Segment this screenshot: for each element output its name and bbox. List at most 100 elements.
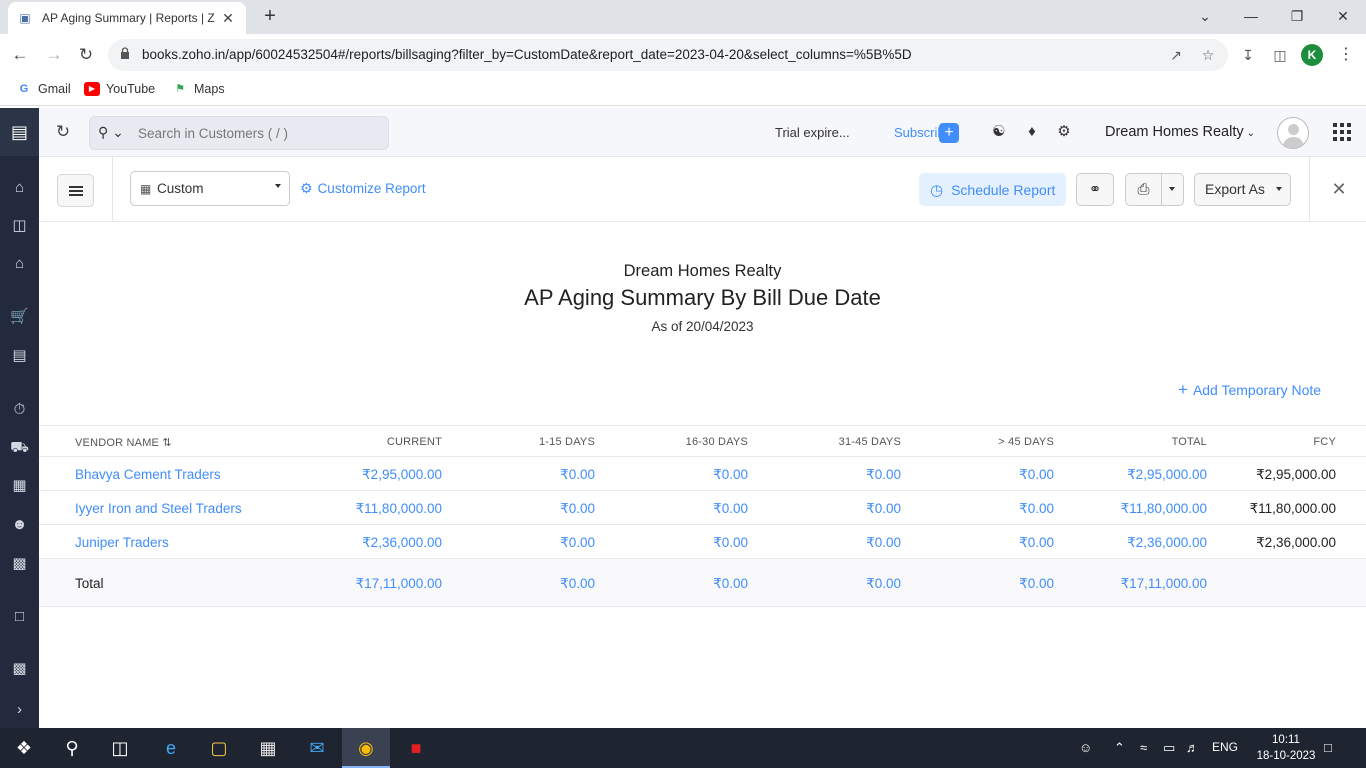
days-16-30-amount[interactable]: ₹0.00 [713, 501, 748, 517]
total-days-over-45-amount[interactable]: ₹0.00 [1019, 576, 1054, 592]
days-31-45-amount[interactable]: ₹0.00 [866, 501, 901, 517]
bookmark-gmail[interactable]: G Gmail [16, 82, 71, 96]
current-amount[interactable]: ₹11,80,000.00 [356, 501, 442, 517]
microsoft-store-icon[interactable]: ▦ [244, 728, 292, 768]
eway-bills-truck-icon[interactable]: ⛟ [0, 436, 39, 460]
new-tab-button[interactable]: + [258, 5, 282, 29]
days-31-45-amount[interactable]: ₹0.00 [866, 467, 901, 483]
show-hidden-icons-chevron-icon[interactable]: ⌃ [1114, 740, 1125, 756]
days-1-15-amount[interactable]: ₹0.00 [560, 501, 595, 517]
tab-search-chevron-icon[interactable]: ⌄ [1182, 0, 1228, 34]
sales-cart-icon[interactable]: 🛒 [0, 305, 39, 329]
notifications-bell-icon[interactable]: ♦ [1022, 122, 1042, 142]
report-menu-hamburger-icon[interactable] [57, 174, 94, 207]
organization-switcher[interactable]: Dream Homes Realty ⌄ [1105, 124, 1255, 140]
bookmark-youtube[interactable]: ▶ YouTube [84, 82, 155, 96]
settings-gear-icon[interactable]: ⚙ [1054, 122, 1074, 142]
printer-icon[interactable]: ⎙ [1126, 174, 1162, 205]
days-16-30-amount[interactable]: ₹0.00 [713, 535, 748, 551]
vendor-name-link[interactable]: Bhavya Cement Traders [75, 467, 221, 482]
total-days-1-15-amount[interactable]: ₹0.00 [560, 576, 595, 592]
days-over-45-amount[interactable]: ₹0.00 [1019, 501, 1054, 517]
browser-menu-icon[interactable]: ⋮ [1338, 44, 1354, 64]
search-input[interactable]: Search in Customers ( / ) [138, 126, 288, 141]
pdf-reader-icon[interactable]: ■ [392, 728, 440, 768]
apps-icon[interactable]: ▩ [0, 657, 39, 681]
bookmark-maps[interactable]: ⚑ Maps [172, 82, 225, 96]
app-grid-icon[interactable] [1333, 123, 1351, 141]
expand-sidebar-chevron-icon[interactable]: › [0, 698, 39, 722]
total-amount[interactable]: ₹11,80,000.00 [1121, 501, 1207, 517]
chrome-browser-icon[interactable]: ◉ [342, 728, 390, 768]
global-search[interactable]: ⚲ ⌄ Search in Customers ( / ) [89, 116, 389, 150]
browser-tab[interactable]: ▣ AP Aging Summary | Reports | Z ✕ [8, 2, 246, 34]
print-button[interactable]: ⎙ [1125, 173, 1184, 206]
input-language[interactable]: ENG [1212, 740, 1238, 754]
purchases-bag-icon[interactable]: ▤ [0, 344, 39, 368]
export-as-button[interactable]: Export As [1194, 173, 1291, 206]
search-icon[interactable]: ⚲ [48, 728, 96, 768]
side-panel-icon[interactable]: ◫ [1270, 45, 1290, 65]
days-over-45-amount[interactable]: ₹0.00 [1019, 535, 1054, 551]
reports-chart-icon[interactable]: ▩ [0, 552, 39, 576]
share-button[interactable]: ⚭ [1076, 173, 1114, 206]
grand-total-amount[interactable]: ₹17,11,000.00 [1121, 576, 1207, 592]
days-16-30-amount[interactable]: ₹0.00 [713, 467, 748, 483]
time-tracking-icon[interactable]: ⏱ [0, 398, 39, 422]
mail-icon[interactable]: ✉ [293, 728, 341, 768]
zoho-books-logo-icon[interactable]: ▤ [0, 108, 39, 156]
minimize-button[interactable]: — [1228, 0, 1274, 34]
profile-avatar[interactable]: K [1301, 44, 1323, 66]
days-31-45-amount[interactable]: ₹0.00 [866, 535, 901, 551]
share-page-icon[interactable]: ↗ [1166, 45, 1186, 65]
current-amount[interactable]: ₹2,95,000.00 [362, 467, 442, 483]
days-over-45-amount[interactable]: ₹0.00 [1019, 467, 1054, 483]
close-window-button[interactable]: ✕ [1320, 0, 1366, 34]
battery-icon[interactable]: ▭ [1163, 740, 1175, 756]
people-icon[interactable]: ☺ [1079, 740, 1092, 755]
recent-history-icon[interactable]: ↻ [53, 122, 73, 142]
banking-icon[interactable]: ⌂ [0, 252, 39, 276]
user-avatar[interactable] [1277, 117, 1309, 149]
vendor-name-link[interactable]: Iyyer Iron and Steel Traders [75, 501, 242, 516]
search-icon[interactable]: ⚲ ⌄ [98, 124, 124, 141]
total-current-amount[interactable]: ₹17,11,000.00 [356, 576, 442, 592]
notifications-icon[interactable]: □ [1324, 740, 1332, 755]
days-1-15-amount[interactable]: ₹0.00 [560, 467, 595, 483]
gst-filing-icon[interactable]: ▦ [0, 474, 39, 498]
download-icon[interactable]: ↧ [1238, 45, 1258, 65]
team-users-icon[interactable]: ☯ [989, 122, 1009, 142]
total-days-31-45-amount[interactable]: ₹0.00 [866, 576, 901, 592]
address-bar[interactable]: books.zoho.in/app/60024532504#/reports/b… [108, 39, 1228, 71]
total-amount[interactable]: ₹2,36,000.00 [1127, 535, 1207, 551]
system-clock[interactable]: 10:11 18-10-2023 [1256, 732, 1316, 764]
volume-speaker-icon[interactable]: ♬ [1186, 740, 1199, 755]
reload-icon[interactable]: ↻ [74, 43, 98, 67]
sort-icon[interactable]: ⇅ [162, 437, 171, 449]
restore-button[interactable]: ❐ [1274, 0, 1320, 34]
home-icon[interactable]: ⌂ [0, 176, 39, 200]
documents-folder-icon[interactable]: □ [0, 605, 39, 629]
total-days-16-30-amount[interactable]: ₹0.00 [713, 576, 748, 592]
total-amount[interactable]: ₹2,95,000.00 [1127, 467, 1207, 483]
items-icon[interactable]: ◫ [0, 214, 39, 238]
accountant-icon[interactable]: ☻ [0, 513, 39, 537]
column-header-vendor-name[interactable]: VENDOR NAME ⇅ [75, 436, 172, 449]
close-tab-icon[interactable]: ✕ [220, 10, 236, 27]
days-1-15-amount[interactable]: ₹0.00 [560, 535, 595, 551]
chevron-down-icon[interactable] [1169, 187, 1175, 191]
back-arrow-icon[interactable]: ← [8, 43, 32, 67]
schedule-report-button[interactable]: ◷ Schedule Report [919, 173, 1066, 206]
task-view-icon[interactable]: ◫ [96, 728, 144, 768]
quick-create-plus-icon[interactable]: + [939, 123, 959, 143]
date-range-select[interactable]: ▦ Custom [130, 171, 290, 206]
add-temporary-note-button[interactable]: + Add Temporary Note [1178, 380, 1321, 400]
current-amount[interactable]: ₹2,36,000.00 [362, 535, 442, 551]
windows-start-icon[interactable]: ❖ [0, 728, 48, 768]
customize-report-button[interactable]: ⚙ Customize Report [300, 180, 426, 197]
bookmark-star-icon[interactable]: ☆ [1198, 45, 1218, 65]
file-explorer-folder-icon[interactable]: ▢ [195, 728, 243, 768]
forward-arrow-icon[interactable]: → [42, 43, 66, 67]
network-wifi-icon[interactable]: ≈ [1140, 740, 1147, 755]
vendor-name-link[interactable]: Juniper Traders [75, 535, 169, 550]
